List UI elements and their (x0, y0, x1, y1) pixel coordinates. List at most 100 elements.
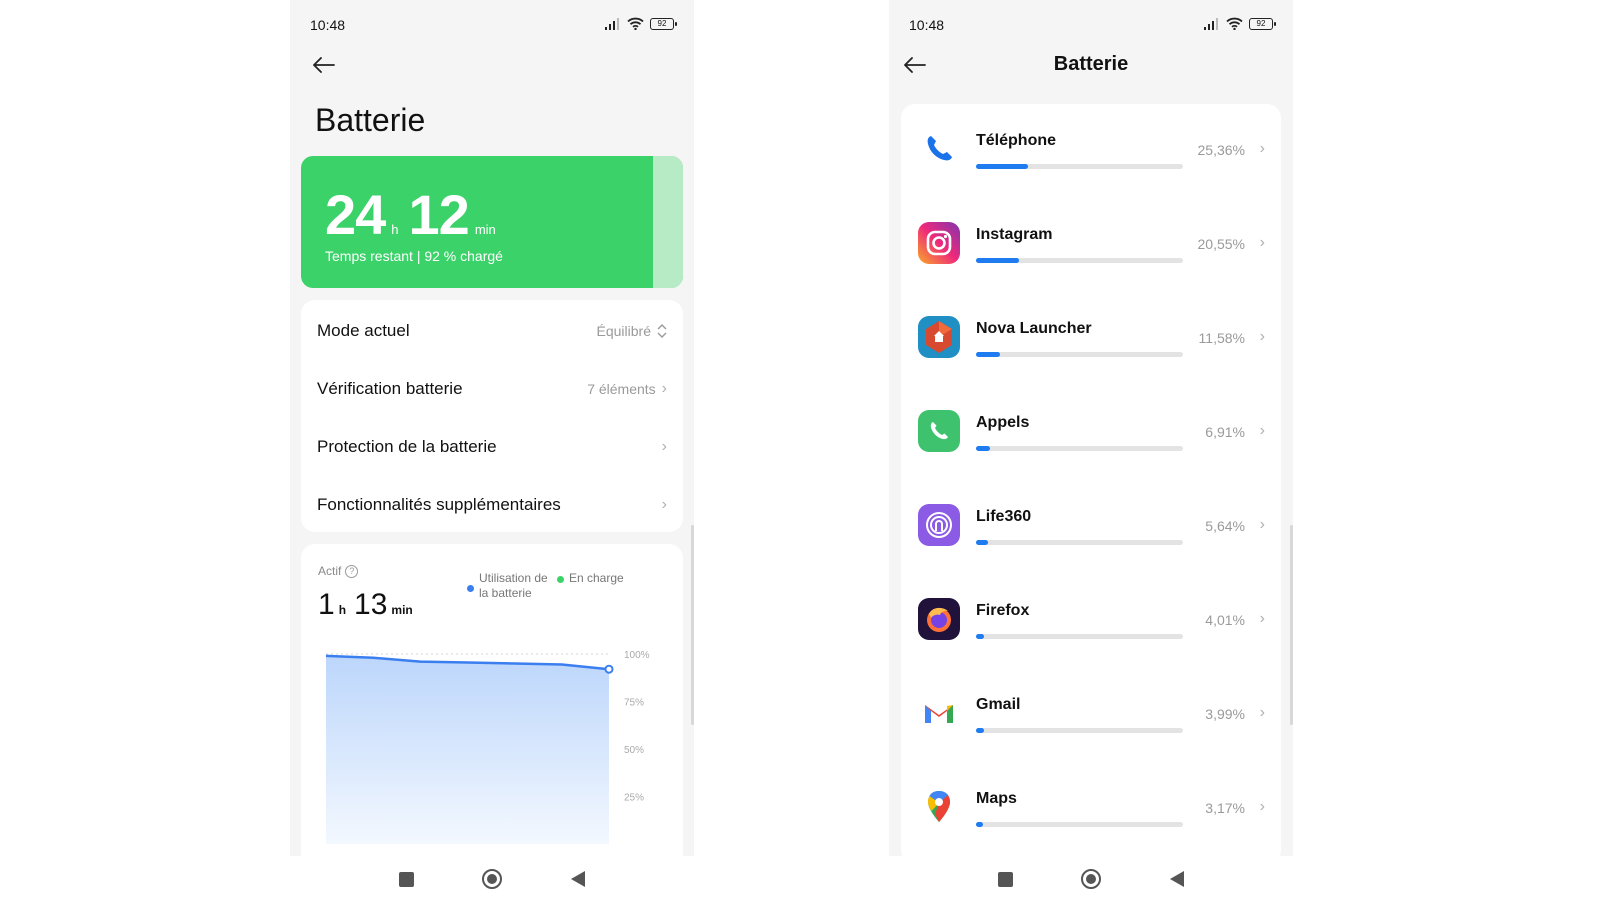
scrollbar[interactable] (1290, 525, 1293, 725)
usage-percent: 6,91% (1205, 424, 1245, 440)
status-icons: 92 (605, 17, 677, 30)
usage-percent: 25,36% (1197, 142, 1245, 158)
usage-bar (976, 352, 1183, 357)
menu-item-value: 7 éléments (587, 381, 656, 397)
y-tick-label: 25% (624, 793, 644, 804)
legend-charging: En charge (557, 571, 639, 601)
chevron-right-icon: › (661, 496, 667, 513)
chevron-right-icon: › (661, 380, 667, 397)
remaining-subtitle: Temps restant | 92 % chargé (325, 248, 503, 264)
scrollbar[interactable] (691, 525, 694, 725)
app-name: Gmail (976, 696, 1021, 713)
app-row-gmail[interactable]: Gmail 3,99% › (901, 668, 1281, 764)
battery-usage-chart-card: Actif ? 1 h 13 min Utilisation de la bat… (301, 544, 683, 856)
up-down-chevron-icon (657, 324, 667, 338)
recents-button[interactable] (394, 867, 418, 891)
remaining-minutes: 12 (408, 183, 470, 246)
battery-status-icon: 92 (650, 17, 677, 30)
usage-bar (976, 258, 1183, 263)
gmail-icon (918, 692, 960, 734)
help-icon[interactable]: ? (345, 564, 359, 578)
active-minutes: 13 (354, 588, 388, 621)
maps-icon (918, 786, 960, 828)
remaining-minutes-unit: min (474, 222, 496, 237)
active-minutes-unit: min (391, 603, 413, 617)
usage-bar-fill (976, 352, 1000, 357)
back-nav-button[interactable] (566, 867, 590, 891)
chevron-right-icon: › (661, 438, 667, 455)
app-usage-list: Téléphone 25,36% › Instagram 20,55% › No… (901, 104, 1281, 856)
appels-icon (918, 410, 960, 452)
chevron-right-icon: › (1259, 516, 1265, 533)
status-time: 10:48 (909, 17, 945, 33)
usage-bar-fill (976, 822, 983, 827)
home-button[interactable] (1079, 867, 1103, 891)
legend-dot-blue (467, 585, 474, 592)
chevron-right-icon: › (1259, 234, 1265, 251)
y-tick-label: 75% (624, 698, 644, 709)
app-name: Instagram (976, 226, 1053, 243)
remaining-hours: 24 (325, 183, 386, 246)
menu-item-label: Vérification batterie (317, 379, 463, 398)
usage-percent: 20,55% (1197, 236, 1245, 252)
app-row-nova-launcher[interactable]: Nova Launcher 11,58% › (901, 292, 1281, 388)
usage-bar-fill (976, 258, 1019, 263)
wifi-icon (1226, 17, 1243, 30)
app-row-appels[interactable]: Appels 6,91% › (901, 386, 1281, 482)
triangle-icon (571, 871, 585, 887)
app-name: Appels (976, 414, 1030, 431)
status-bar: 10:48 92 (290, 0, 694, 44)
back-button[interactable] (897, 50, 933, 80)
back-arrow-icon (313, 57, 335, 73)
app-row-instagram[interactable]: Instagram 20,55% › (901, 198, 1281, 294)
active-hours: 1 (318, 588, 335, 621)
active-label-text: Actif (318, 564, 342, 578)
current-level-point (604, 664, 614, 674)
app-name: Téléphone (976, 132, 1057, 149)
usage-bar-fill (976, 540, 988, 545)
usage-bar (976, 822, 1183, 827)
battery-level-strip (653, 156, 683, 288)
usage-percent: 4,01% (1205, 612, 1245, 628)
menu-item-value: Équilibré (596, 323, 651, 339)
nova-launcher-icon (918, 316, 960, 358)
app-row-maps[interactable]: Maps 3,17% › (901, 762, 1281, 856)
legend-label: Utilisation de la batterie (479, 571, 548, 600)
app-battery-usage-screen: 10:48 92 Batterie Téléphone 25,36% › Ins… (889, 0, 1293, 856)
usage-bar-fill (976, 164, 1029, 169)
signal-icon (605, 17, 619, 30)
status-time: 10:48 (310, 17, 346, 33)
back-nav-button[interactable] (1165, 867, 1189, 891)
active-hours-unit: h (338, 603, 347, 617)
app-name: Firefox (976, 602, 1030, 619)
chevron-right-icon: › (1259, 140, 1265, 157)
menu-item-protection-batterie[interactable]: Protection de la batterie › (301, 418, 683, 476)
menu-item-label: Protection de la batterie (317, 437, 497, 456)
back-button[interactable] (306, 50, 342, 80)
menu-item-verification-batterie[interactable]: Vérification batterie 7 éléments › (301, 360, 683, 418)
battery-settings-list: Mode actuel Équilibré Vérification batte… (301, 300, 683, 532)
battery-level-chart: 100% 75% 50% 25% (325, 650, 650, 844)
usage-bar (976, 634, 1183, 639)
chevron-right-icon: › (1259, 328, 1265, 345)
time-remaining: 24 h 12 min (325, 182, 506, 247)
square-icon (997, 871, 1013, 887)
usage-percent: 11,58% (1198, 330, 1245, 346)
legend-battery-usage: Utilisation de la batterie (467, 571, 549, 601)
circle-icon (482, 869, 502, 889)
status-bar: 10:48 92 (889, 0, 1293, 44)
menu-item-mode-actuel[interactable]: Mode actuel Équilibré (301, 302, 683, 360)
signal-icon (1204, 17, 1218, 30)
battery-status-icon: 92 (1249, 17, 1276, 30)
app-row-life360[interactable]: Life360 5,64% › (901, 480, 1281, 576)
page-title: Batterie (1053, 53, 1129, 75)
recents-button[interactable] (993, 867, 1017, 891)
chevron-right-icon: › (1259, 422, 1265, 439)
app-row-firefox[interactable]: Firefox 4,01% › (901, 574, 1281, 670)
usage-bar (976, 164, 1183, 169)
app-row-telephone[interactable]: Téléphone 25,36% › (901, 104, 1281, 200)
home-button[interactable] (480, 867, 504, 891)
legend-dot-green (557, 576, 564, 583)
life360-icon (918, 504, 960, 546)
menu-item-fonctionnalites[interactable]: Fonctionnalités supplémentaires › (301, 476, 683, 534)
